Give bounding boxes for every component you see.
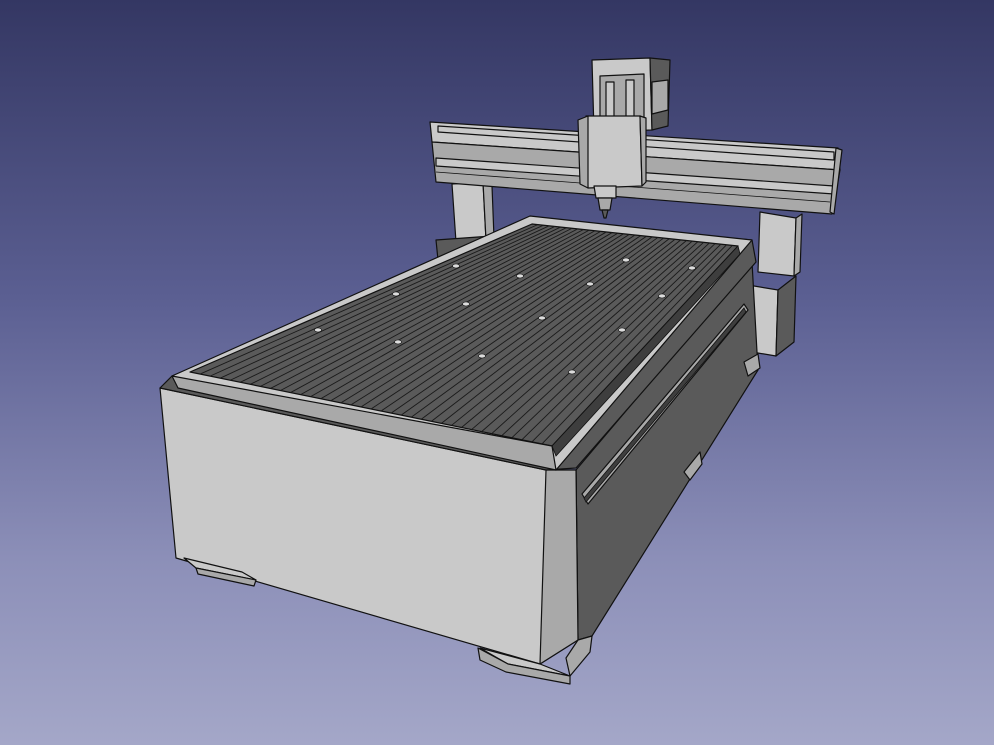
mounting-hole xyxy=(462,301,470,307)
mounting-hole xyxy=(538,315,546,321)
spindle-motor[interactable] xyxy=(577,115,647,219)
mounting-hole xyxy=(568,369,576,375)
mounting-hole xyxy=(394,339,402,345)
mounting-hole xyxy=(658,293,666,299)
mounting-hole xyxy=(622,257,630,263)
mounting-hole xyxy=(618,327,626,333)
mounting-hole xyxy=(452,263,460,269)
mounting-hole xyxy=(688,265,696,271)
mounting-hole xyxy=(314,327,322,333)
mounting-hole xyxy=(478,353,486,359)
mounting-hole xyxy=(586,281,594,287)
mounting-hole xyxy=(516,273,524,279)
mounting-hole xyxy=(392,291,400,297)
cnc-router-model[interactable] xyxy=(0,0,994,745)
3d-viewport[interactable] xyxy=(0,0,994,745)
